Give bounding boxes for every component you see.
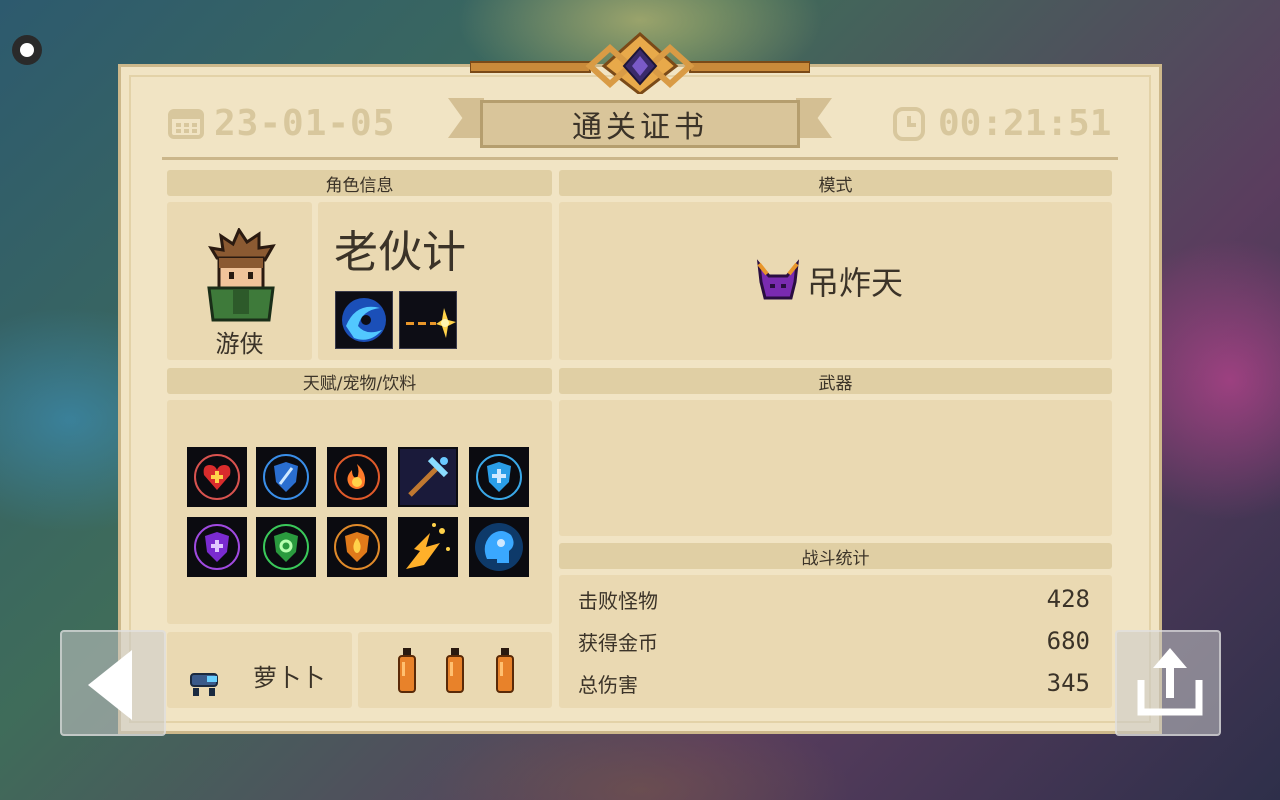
battle-stats-label: 战斗统计	[801, 548, 870, 569]
talents-panel	[167, 400, 552, 624]
explosion-talent-icon[interactable]	[398, 517, 458, 577]
certificate-title: 通关证书	[572, 110, 708, 145]
share-icon	[1137, 648, 1203, 716]
stat-label: 总伤害	[578, 672, 638, 697]
spark-shot-skill-icon[interactable]	[399, 291, 457, 349]
water-swirl-skill-icon[interactable]	[335, 291, 393, 349]
purple-shield-talent-icon[interactable]	[187, 517, 247, 577]
stat-row-gold: 获得金币 680	[578, 621, 1090, 661]
time-value: 00:21:51	[938, 102, 1112, 144]
character-name: 老伙计	[334, 227, 466, 278]
shield-cross-talent-icon[interactable]	[469, 447, 529, 507]
stat-row-monsters: 击败怪物 428	[578, 579, 1090, 619]
date-value: 23-01-05	[214, 102, 396, 144]
character-portrait-panel: 游侠	[167, 202, 312, 360]
mode-name: 吊炸天	[807, 264, 904, 302]
clock-icon	[893, 107, 925, 141]
share-button[interactable]	[1115, 630, 1221, 736]
character-info-label: 角色信息	[325, 175, 394, 196]
orange-bottle-icon	[398, 648, 416, 693]
horned-demon-icon	[756, 259, 800, 300]
character-info-header: 角色信息	[167, 170, 552, 196]
pet-name: 萝卜卜	[253, 664, 325, 692]
record-indicator-icon[interactable]	[12, 35, 42, 65]
mode-panel: 吊炸天	[559, 202, 1112, 360]
calendar-icon	[168, 109, 204, 139]
fire-swirl-talent-icon[interactable]	[327, 447, 387, 507]
battle-stats-header: 战斗统计	[559, 543, 1112, 569]
weapons-header: 武器	[559, 368, 1112, 394]
header-divider	[162, 157, 1118, 160]
stat-value: 428	[1046, 585, 1090, 613]
time-display: 00:21:51	[892, 100, 1111, 146]
stat-label: 获得金币	[578, 630, 658, 655]
stat-value: 345	[1046, 669, 1090, 697]
blue-shield-slash-talent-icon[interactable]	[256, 447, 316, 507]
character-class: 游侠	[215, 330, 264, 358]
weapons-panel	[559, 400, 1112, 536]
mode-header: 模式	[559, 170, 1112, 196]
weapons-label: 武器	[818, 373, 853, 394]
orange-shield-talent-icon[interactable]	[327, 517, 387, 577]
brain-talent-icon[interactable]	[469, 517, 529, 577]
heart-plus-talent-icon[interactable]	[187, 447, 247, 507]
back-arrow-icon	[88, 650, 132, 720]
talents-label: 天赋/宠物/饮料	[302, 373, 417, 394]
pet-panel: 萝卜卜	[167, 632, 352, 708]
back-button[interactable]	[60, 630, 166, 736]
stat-value: 680	[1046, 627, 1090, 655]
date-display: 23-01-05	[168, 100, 395, 146]
ranger-character-sprite-icon	[207, 228, 276, 322]
character-name-panel: 老伙计	[318, 202, 552, 360]
mode-display: 吊炸天	[755, 258, 903, 304]
pickaxe-talent-icon[interactable]	[398, 447, 458, 507]
green-shield-talent-icon[interactable]	[256, 517, 316, 577]
mode-label: 模式	[818, 175, 853, 196]
talents-header: 天赋/宠物/饮料	[167, 368, 552, 394]
robot-pet-icon	[190, 673, 218, 696]
stat-row-damage: 总伤害 345	[578, 663, 1090, 703]
drinks-panel	[358, 632, 552, 708]
stat-label: 击败怪物	[578, 588, 658, 613]
orange-bottle-icon	[496, 648, 514, 693]
certificate-title-banner: 通关证书	[480, 100, 800, 148]
orange-bottle-icon	[446, 648, 464, 693]
crest-ornament-icon	[470, 31, 810, 94]
